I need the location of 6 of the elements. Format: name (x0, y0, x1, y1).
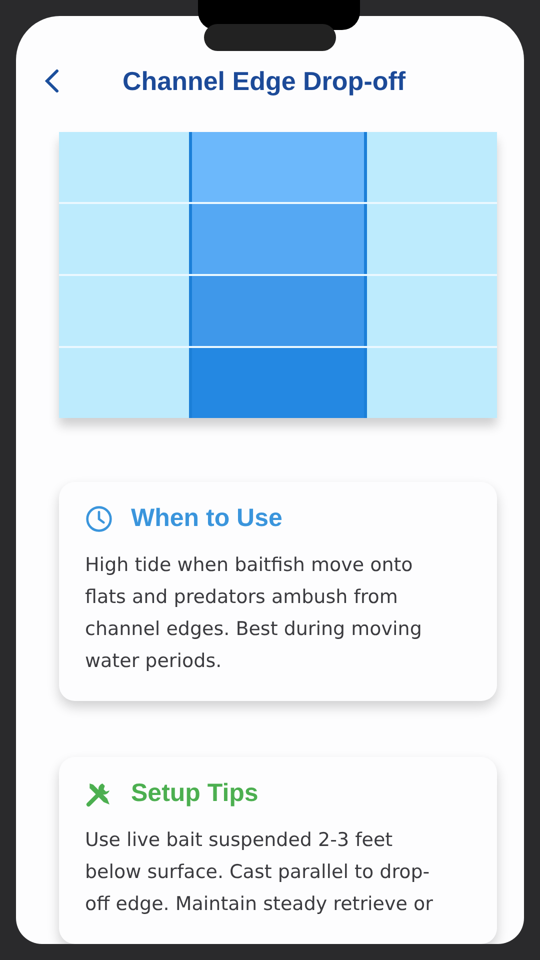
card-title: When to Use (131, 504, 282, 533)
card-title: Setup Tips (131, 779, 258, 808)
card-text: High tide when baitfish move onto flats and predators ambush from channel edges. Best during moving water periods. (85, 553, 423, 674)
clock-icon (85, 504, 113, 532)
card-text: Use live bait suspended 2-3 feet below surface. Cast parallel to drop-off edge. Maintain steady retrieve or (85, 828, 434, 917)
page-title: Channel Edge Drop-off (121, 66, 407, 96)
